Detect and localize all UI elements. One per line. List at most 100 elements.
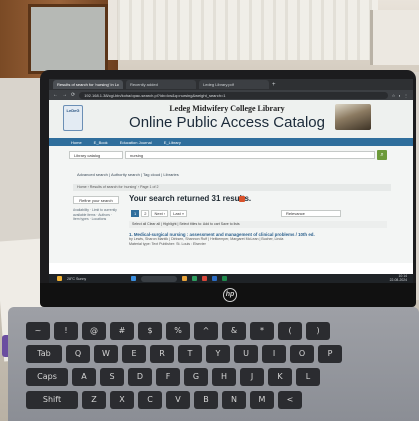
search-input[interactable]: nursing bbox=[125, 151, 375, 159]
key[interactable]: T bbox=[178, 345, 202, 363]
key[interactable]: Y bbox=[206, 345, 230, 363]
taskbar-search[interactable] bbox=[141, 275, 178, 282]
key-row-2: Tab Q W E R T Y U I O P bbox=[26, 345, 419, 363]
key[interactable]: Z bbox=[82, 391, 106, 409]
key[interactable]: E bbox=[122, 345, 146, 363]
key[interactable]: $ bbox=[138, 322, 162, 340]
side-window bbox=[370, 10, 419, 65]
weather-text[interactable]: 28°C Sunny bbox=[67, 277, 86, 281]
key[interactable]: ~ bbox=[26, 322, 50, 340]
catalog-header: LeDeG Ledeg Midwifery College Library On… bbox=[49, 100, 413, 138]
new-tab-icon[interactable]: + bbox=[272, 82, 276, 88]
window-curtain bbox=[108, 0, 378, 60]
key[interactable]: & bbox=[222, 322, 246, 340]
wooden-door bbox=[0, 0, 118, 78]
key-shift[interactable]: Shift bbox=[26, 391, 78, 409]
key[interactable]: P bbox=[318, 345, 342, 363]
key[interactable]: F bbox=[156, 368, 180, 386]
word-icon[interactable] bbox=[212, 276, 218, 281]
extension-icons[interactable]: ☆ ◐ ⋮ bbox=[392, 93, 409, 98]
browser-urlbar: ← → ⟳ 192.168.1.38/cgi-bin/koha/opac-sea… bbox=[49, 90, 413, 100]
key[interactable]: J bbox=[240, 368, 264, 386]
key[interactable]: C bbox=[138, 391, 162, 409]
key[interactable]: B bbox=[194, 391, 218, 409]
key[interactable]: M bbox=[250, 391, 274, 409]
logo-text: LeDeG bbox=[66, 108, 80, 113]
key[interactable]: D bbox=[128, 368, 152, 386]
key[interactable]: U bbox=[234, 345, 258, 363]
nav-elibrary[interactable]: E_Library bbox=[164, 140, 181, 145]
key[interactable]: X bbox=[110, 391, 134, 409]
college-logo[interactable]: LeDeG bbox=[63, 105, 83, 131]
key[interactable]: ^ bbox=[194, 322, 218, 340]
last-page-button[interactable]: Last » bbox=[170, 210, 188, 217]
key[interactable]: H bbox=[212, 368, 236, 386]
browser-tabbar: Results of search for 'nursing' in Lc Re… bbox=[49, 79, 413, 90]
key[interactable]: R bbox=[150, 345, 174, 363]
key[interactable]: N bbox=[222, 391, 246, 409]
key-row-1: ~ ! @ # $ % ^ & * ( ) bbox=[26, 322, 419, 340]
windows-taskbar: 28°C Sunny 10:14 22-08-2024 bbox=[49, 274, 413, 283]
key[interactable]: W bbox=[94, 345, 118, 363]
back-icon[interactable]: ← bbox=[53, 92, 58, 98]
key[interactable]: * bbox=[250, 322, 274, 340]
rss-icon[interactable] bbox=[239, 196, 245, 202]
catalog-navbar: Home E_Book Education Journal E_Library bbox=[49, 138, 413, 146]
chrome-icon[interactable] bbox=[202, 276, 208, 281]
browser-tab[interactable]: Ledeg Library.pdf bbox=[199, 80, 269, 89]
nav-home[interactable]: Home bbox=[71, 140, 82, 145]
search-icon[interactable]: ⌕ bbox=[377, 150, 387, 160]
key-caps[interactable]: Caps bbox=[26, 368, 68, 386]
refine-search-button[interactable]: Refine your search bbox=[73, 196, 119, 204]
edge-icon[interactable] bbox=[192, 276, 198, 281]
key[interactable]: G bbox=[184, 368, 208, 386]
weather-icon[interactable] bbox=[57, 276, 62, 281]
excel-icon[interactable] bbox=[222, 276, 228, 281]
result-item: 1. Medical-surgical nursing : assessment… bbox=[129, 232, 389, 247]
forward-icon[interactable]: → bbox=[62, 92, 67, 98]
advanced-search-links[interactable]: Advanced search | Authority search | Tag… bbox=[77, 172, 179, 177]
key[interactable]: L bbox=[296, 368, 320, 386]
key[interactable]: < bbox=[278, 391, 302, 409]
books-image bbox=[335, 104, 371, 130]
taskbar-clock[interactable]: 10:14 22-08-2024 bbox=[390, 274, 407, 282]
key[interactable]: % bbox=[166, 322, 190, 340]
key[interactable]: ( bbox=[278, 322, 302, 340]
key[interactable]: I bbox=[262, 345, 286, 363]
reload-icon[interactable]: ⟳ bbox=[71, 92, 75, 98]
search-scope-select[interactable]: Library catalog bbox=[69, 151, 123, 159]
key[interactable]: ! bbox=[54, 322, 78, 340]
key[interactable]: ) bbox=[306, 322, 330, 340]
page-title: Online Public Access Catalog bbox=[129, 114, 325, 131]
next-page-button[interactable]: Next › bbox=[151, 210, 169, 217]
nav-education-journal[interactable]: Education Journal bbox=[120, 140, 152, 145]
file-explorer-icon[interactable] bbox=[182, 276, 188, 281]
facet-list[interactable]: Availability · Limit to currently availa… bbox=[73, 208, 119, 222]
key[interactable]: V bbox=[166, 391, 190, 409]
key[interactable]: Q bbox=[66, 345, 90, 363]
key-row-3: Caps A S D F G H J K L bbox=[26, 368, 419, 386]
page-button[interactable]: 1 bbox=[131, 210, 140, 217]
result-details: Material type: Text Publisher: St. Louis… bbox=[129, 242, 206, 246]
hp-logo-icon: hp bbox=[223, 288, 237, 302]
library-name: Ledeg Midwifery College Library bbox=[169, 104, 285, 113]
key[interactable]: A bbox=[72, 368, 96, 386]
key-tab[interactable]: Tab bbox=[26, 345, 62, 363]
page-button[interactable]: 2 bbox=[141, 210, 150, 217]
address-bar[interactable]: 192.168.1.38/cgi-bin/koha/opac-search.pl… bbox=[79, 91, 388, 99]
result-count: Your search returned 31 results. bbox=[129, 194, 252, 203]
key[interactable]: O bbox=[290, 345, 314, 363]
nav-ebook[interactable]: E_Book bbox=[94, 140, 108, 145]
breadcrumb[interactable]: Home › Results of search for 'nursing' ›… bbox=[73, 184, 391, 191]
laptop-keyboard: ~ ! @ # $ % ^ & * ( ) Tab Q W E R T Y U … bbox=[26, 322, 419, 421]
key[interactable]: S bbox=[100, 368, 124, 386]
sort-select[interactable]: Relevance bbox=[281, 210, 341, 217]
key[interactable]: @ bbox=[82, 322, 106, 340]
search-bar: Library catalog nursing ⌕ bbox=[49, 146, 413, 163]
key[interactable]: # bbox=[110, 322, 134, 340]
key[interactable]: K bbox=[268, 368, 292, 386]
results-toolbar[interactable]: Select all Clear all | Highlight | Selec… bbox=[129, 221, 387, 228]
browser-tab[interactable]: Recently added bbox=[126, 80, 196, 89]
browser-tab[interactable]: Results of search for 'nursing' in Lc bbox=[53, 80, 123, 89]
start-icon[interactable] bbox=[131, 276, 137, 281]
